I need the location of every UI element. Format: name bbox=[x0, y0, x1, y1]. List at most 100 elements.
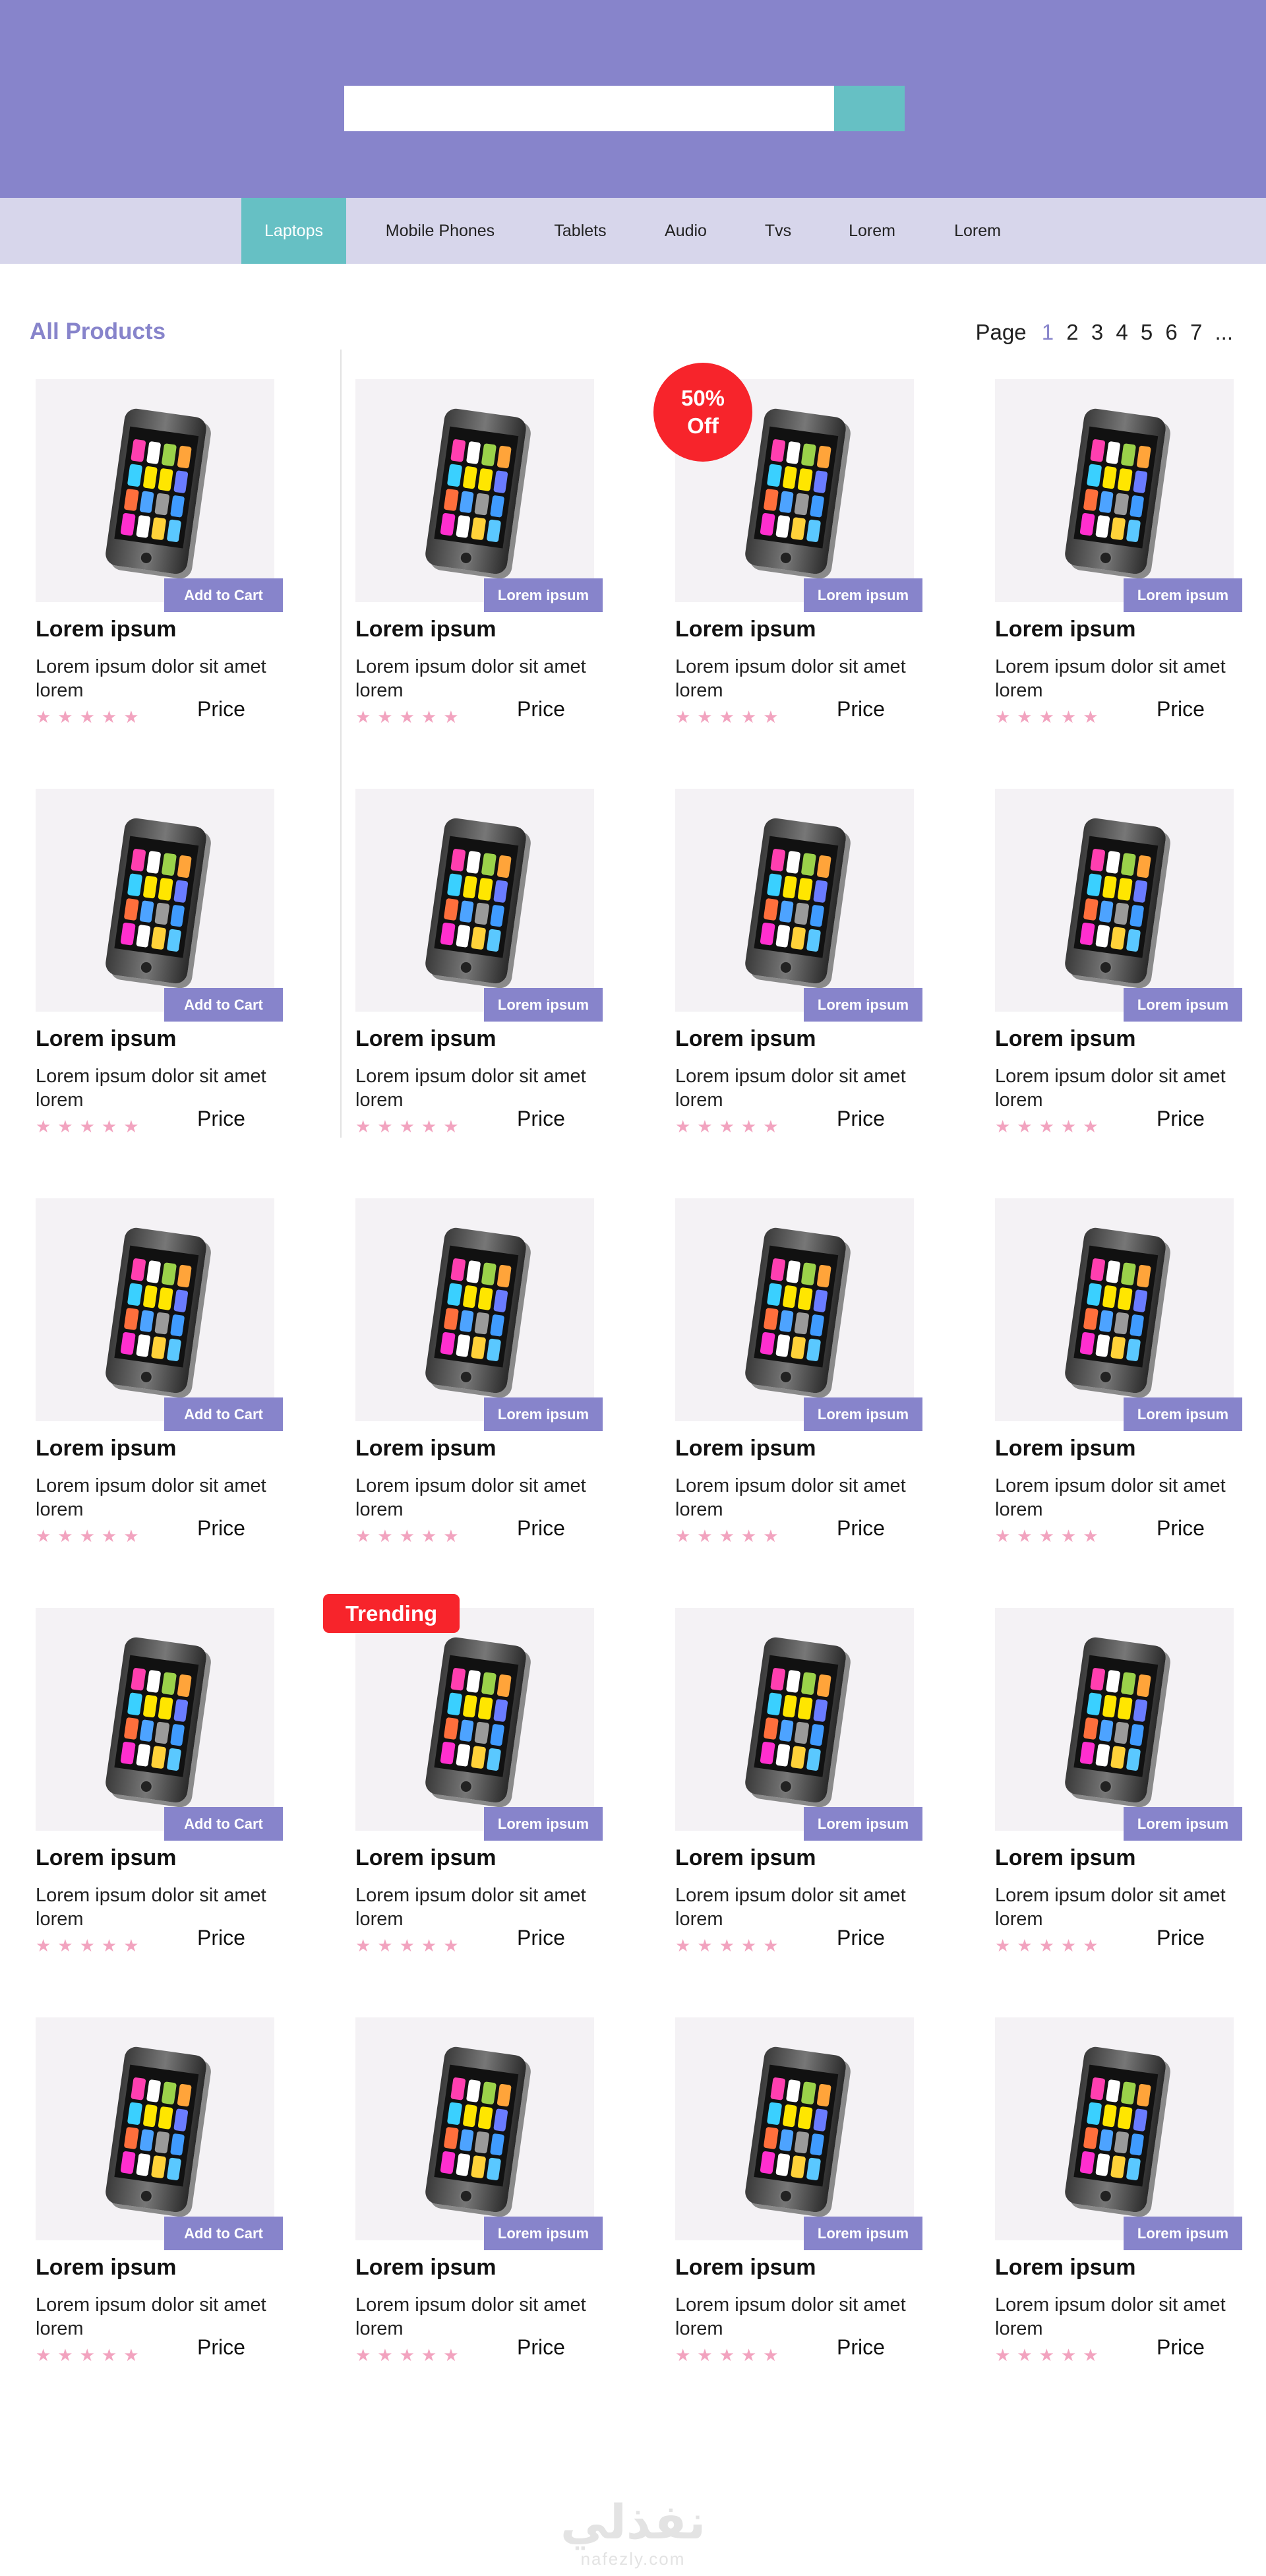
product-image[interactable] bbox=[995, 789, 1234, 1012]
product-action-button[interactable]: Lorem ipsum bbox=[804, 1397, 922, 1431]
product-action-button[interactable]: Lorem ipsum bbox=[484, 578, 603, 612]
product-title[interactable]: Lorem ipsum bbox=[995, 1436, 1135, 1461]
product-action-button[interactable]: Lorem ipsum bbox=[1124, 578, 1242, 612]
product-card[interactable]: Add to Cart Lorem ipsum Lorem ipsum dolor … bbox=[36, 1608, 299, 1977]
product-card[interactable]: Lorem ipsum Lorem ipsum Lorem ipsum dolor … bbox=[355, 379, 619, 749]
product-card[interactable]: Lorem ipsum Lorem ipsum Lorem ipsum dolor … bbox=[995, 1608, 1259, 1977]
page-link[interactable]: 3 bbox=[1091, 320, 1103, 344]
product-image[interactable] bbox=[36, 379, 274, 602]
product-image[interactable] bbox=[355, 379, 594, 602]
nav-item-laptops[interactable]: Laptops bbox=[241, 198, 346, 264]
page-link[interactable]: 6 bbox=[1165, 320, 1177, 344]
add-to-cart-button[interactable]: Add to Cart bbox=[164, 1397, 283, 1431]
product-image[interactable] bbox=[675, 789, 914, 1012]
product-action-button[interactable]: Lorem ipsum bbox=[804, 2217, 922, 2250]
product-title[interactable]: Lorem ipsum bbox=[36, 1026, 176, 1052]
product-card[interactable]: Lorem ipsum Lorem ipsum Lorem ipsum dolor … bbox=[675, 1198, 939, 1568]
product-action-button[interactable]: Lorem ipsum bbox=[804, 578, 922, 612]
pagination: Page 1 2 3 4 5 6 7 ... bbox=[976, 320, 1233, 345]
add-to-cart-button[interactable]: Add to Cart bbox=[164, 1807, 283, 1841]
product-title[interactable]: Lorem ipsum bbox=[36, 617, 176, 642]
product-title[interactable]: Lorem ipsum bbox=[995, 1026, 1135, 1052]
product-image[interactable] bbox=[36, 789, 274, 1012]
product-card[interactable]: Add to Cart Lorem ipsum Lorem ipsum dolor … bbox=[36, 789, 299, 1158]
product-image[interactable] bbox=[675, 1608, 914, 1831]
product-card[interactable]: Lorem ipsum Lorem ipsum Lorem ipsum dolor … bbox=[355, 789, 619, 1158]
product-action-button[interactable]: Lorem ipsum bbox=[1124, 988, 1242, 1022]
product-title[interactable]: Lorem ipsum bbox=[675, 1845, 816, 1871]
product-card[interactable]: Lorem ipsum Lorem ipsum Lorem ipsum dolor … bbox=[355, 1198, 619, 1568]
nav-item-mobile-phones[interactable]: Mobile Phones bbox=[369, 198, 511, 264]
product-title[interactable]: Lorem ipsum bbox=[675, 1026, 816, 1052]
product-action-button[interactable]: Lorem ipsum bbox=[484, 1397, 603, 1431]
search-button[interactable] bbox=[834, 86, 905, 131]
product-action-button[interactable]: Lorem ipsum bbox=[484, 1807, 603, 1841]
product-image[interactable] bbox=[36, 1608, 274, 1831]
product-card[interactable]: Lorem ipsum Lorem ipsum Lorem ipsum dolor … bbox=[995, 789, 1259, 1158]
product-image[interactable] bbox=[995, 1198, 1234, 1421]
product-card[interactable]: Lorem ipsum Lorem ipsum Lorem ipsum dolor … bbox=[675, 2017, 939, 2387]
product-title[interactable]: Lorem ipsum bbox=[995, 1845, 1135, 1871]
nav-item-audio[interactable]: Audio bbox=[653, 198, 719, 264]
product-title[interactable]: Lorem ipsum bbox=[355, 2255, 496, 2281]
nav-item-lorem-2[interactable]: Lorem bbox=[943, 198, 1012, 264]
product-image[interactable] bbox=[355, 789, 594, 1012]
product-card[interactable]: Add to Cart Lorem ipsum Lorem ipsum dolor … bbox=[36, 379, 299, 749]
product-card[interactable]: Lorem ipsum Lorem ipsum Lorem ipsum dolor … bbox=[675, 1608, 939, 1977]
product-action-button[interactable]: Lorem ipsum bbox=[804, 988, 922, 1022]
section-title: All Products bbox=[30, 319, 166, 344]
product-action-button[interactable]: Lorem ipsum bbox=[1124, 1397, 1242, 1431]
product-card[interactable]: Lorem ipsum Lorem ipsum Lorem ipsum dolor … bbox=[995, 1198, 1259, 1568]
product-title[interactable]: Lorem ipsum bbox=[355, 1026, 496, 1052]
product-title[interactable]: Lorem ipsum bbox=[355, 617, 496, 642]
product-title[interactable]: Lorem ipsum bbox=[355, 1845, 496, 1871]
page-link-current[interactable]: 1 bbox=[1042, 320, 1054, 344]
product-card[interactable]: Lorem ipsum Lorem ipsum Lorem ipsum dolor … bbox=[675, 789, 939, 1158]
rating-stars: ★★★★★ bbox=[995, 1526, 1105, 1546]
product-action-button[interactable]: Lorem ipsum bbox=[1124, 2217, 1242, 2250]
product-card[interactable]: Lorem ipsum Lorem ipsum Lorem ipsum dolor … bbox=[995, 2017, 1259, 2387]
product-title[interactable]: Lorem ipsum bbox=[36, 1845, 176, 1871]
product-image[interactable] bbox=[36, 1198, 274, 1421]
product-title[interactable]: Lorem ipsum bbox=[36, 1436, 176, 1461]
product-card[interactable]: Lorem ipsum Lorem ipsum Lorem ipsum dolor … bbox=[355, 1608, 619, 1977]
product-card[interactable]: Add to Cart Lorem ipsum Lorem ipsum dolor … bbox=[36, 2017, 299, 2387]
product-image[interactable] bbox=[355, 1198, 594, 1421]
page-link[interactable]: 2 bbox=[1066, 320, 1078, 344]
product-image[interactable] bbox=[995, 2017, 1234, 2240]
product-image[interactable] bbox=[675, 2017, 914, 2240]
product-image[interactable] bbox=[995, 379, 1234, 602]
product-action-button[interactable]: Lorem ipsum bbox=[484, 988, 603, 1022]
nav-item-lorem-1[interactable]: Lorem bbox=[837, 198, 907, 264]
product-title[interactable]: Lorem ipsum bbox=[675, 2255, 816, 2281]
product-card[interactable]: Lorem ipsum Lorem ipsum Lorem ipsum dolor … bbox=[355, 2017, 619, 2387]
product-title[interactable]: Lorem ipsum bbox=[675, 617, 816, 642]
product-title[interactable]: Lorem ipsum bbox=[355, 1436, 496, 1461]
add-to-cart-button[interactable]: Add to Cart bbox=[164, 2217, 283, 2250]
product-title[interactable]: Lorem ipsum bbox=[675, 1436, 816, 1461]
nav-item-tablets[interactable]: Tablets bbox=[541, 198, 620, 264]
product-image[interactable] bbox=[675, 1198, 914, 1421]
product-image[interactable] bbox=[355, 2017, 594, 2240]
page-link[interactable]: 5 bbox=[1141, 320, 1153, 344]
product-price: Price bbox=[517, 1516, 565, 1540]
product-title[interactable]: Lorem ipsum bbox=[36, 2255, 176, 2281]
product-image[interactable] bbox=[995, 1608, 1234, 1831]
add-to-cart-button[interactable]: Add to Cart bbox=[164, 988, 283, 1022]
product-image[interactable] bbox=[355, 1608, 594, 1831]
product-image[interactable] bbox=[36, 2017, 274, 2240]
page-link[interactable]: 4 bbox=[1116, 320, 1128, 344]
product-action-button[interactable]: Lorem ipsum bbox=[804, 1807, 922, 1841]
product-title[interactable]: Lorem ipsum bbox=[995, 2255, 1135, 2281]
phone-image bbox=[104, 1226, 208, 1395]
product-action-button[interactable]: Lorem ipsum bbox=[1124, 1807, 1242, 1841]
nav-item-tvs[interactable]: Tvs bbox=[752, 198, 804, 264]
product-action-button[interactable]: Lorem ipsum bbox=[484, 2217, 603, 2250]
product-card[interactable]: Add to Cart Lorem ipsum Lorem ipsum dolor … bbox=[36, 1198, 299, 1568]
phone-image bbox=[104, 2045, 208, 2214]
search-input[interactable] bbox=[344, 86, 834, 131]
page-link[interactable]: 7 bbox=[1190, 320, 1202, 344]
product-card[interactable]: Lorem ipsum Lorem ipsum Lorem ipsum dolor … bbox=[995, 379, 1259, 749]
add-to-cart-button[interactable]: Add to Cart bbox=[164, 578, 283, 612]
product-title[interactable]: Lorem ipsum bbox=[995, 617, 1135, 642]
